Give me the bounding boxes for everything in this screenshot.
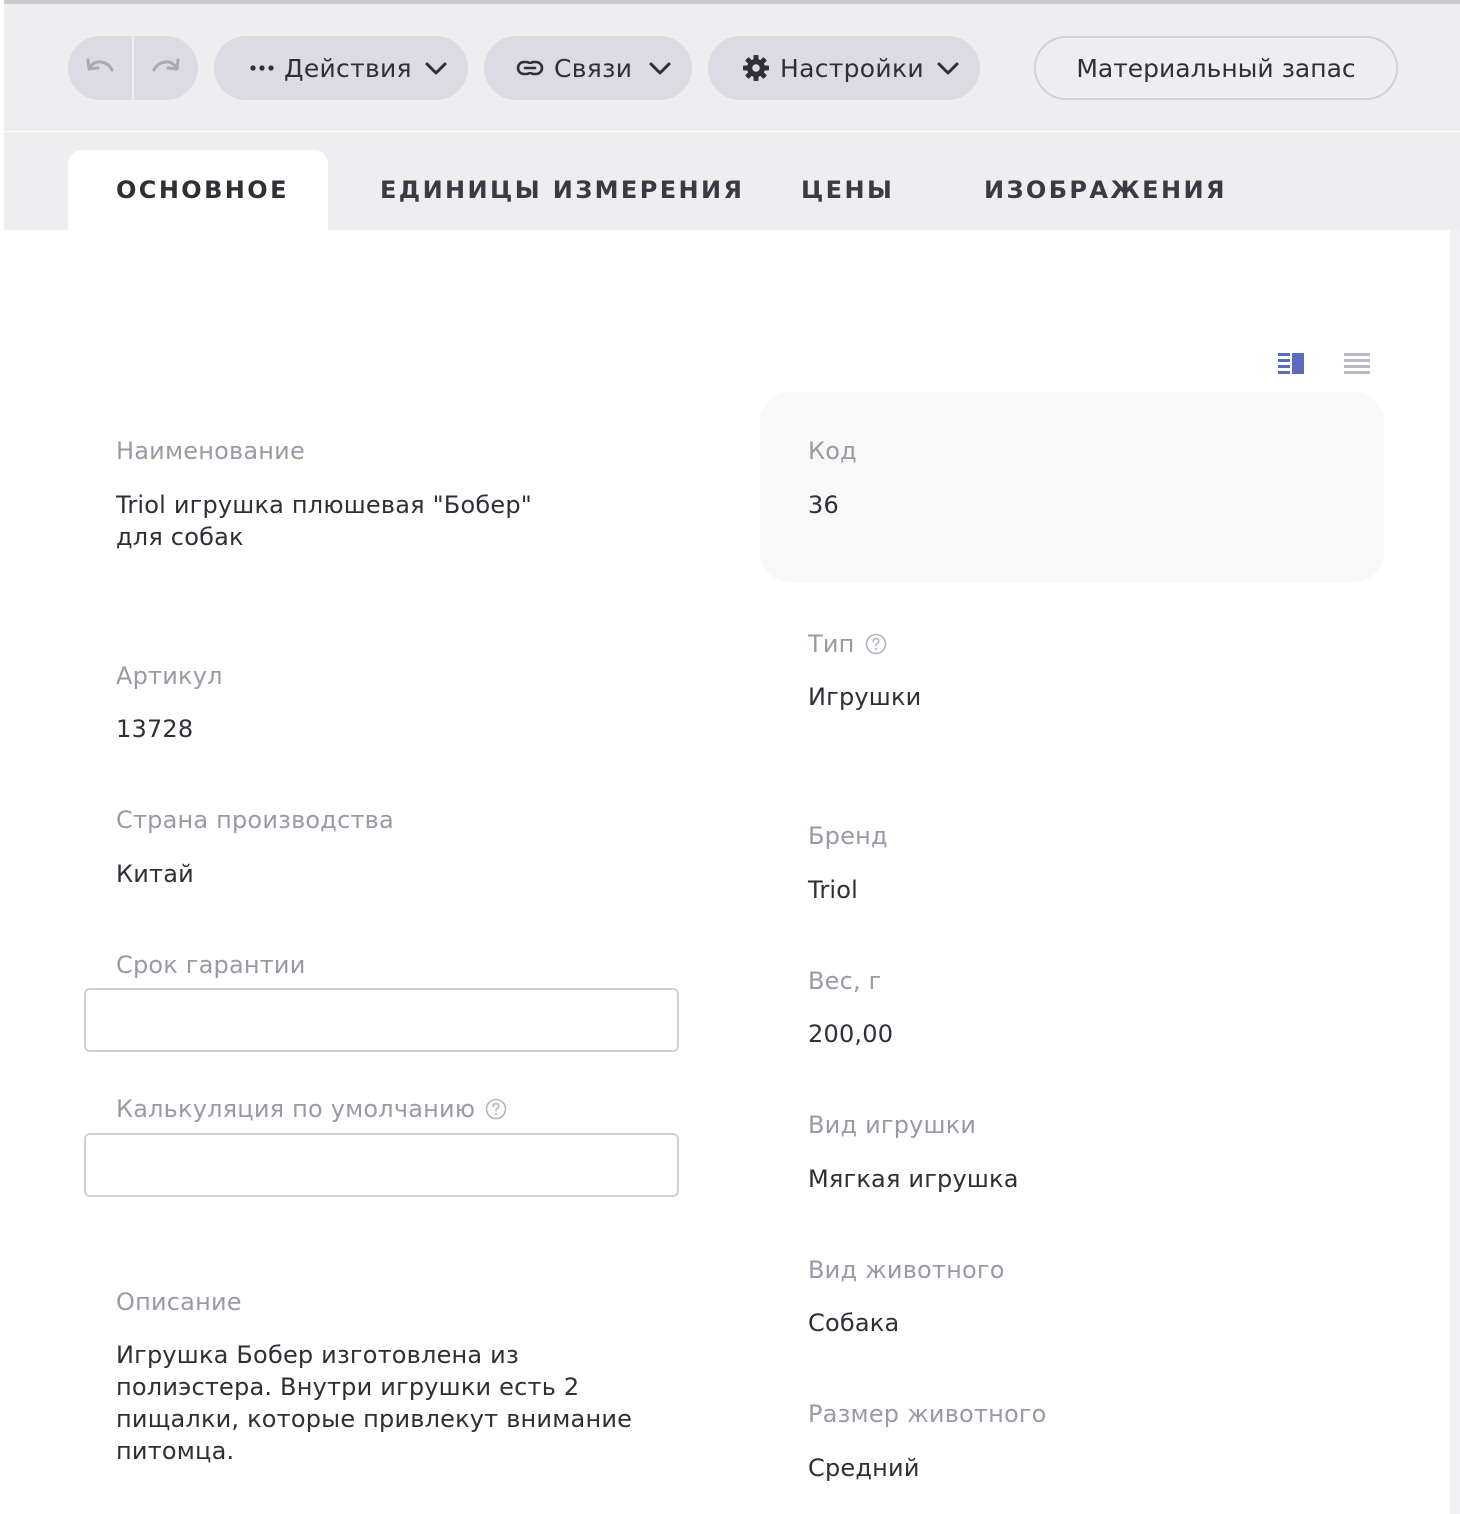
links-label: Связи — [554, 53, 633, 83]
toolbar: Действия Связи Настройки Материальный за… — [4, 4, 1460, 132]
tab-images[interactable]: ИЗОБРАЖЕНИЯ — [984, 150, 1227, 230]
link-icon — [516, 60, 544, 76]
calculation-input[interactable] — [84, 1133, 679, 1197]
material-stock-label: Материальный запас — [1076, 53, 1356, 83]
links-dropdown[interactable]: Связи — [484, 36, 692, 100]
tab-label: ЦЕНЫ — [801, 176, 895, 204]
undo-redo-group — [68, 36, 198, 100]
tab-label: ЕДИНИЦЫ ИЗМЕРЕНИЯ — [380, 176, 745, 204]
tab-bar: ОСНОВНОЕ ЕДИНИЦЫ ИЗМЕРЕНИЯ ЦЕНЫ ИЗОБРАЖЕ… — [4, 133, 1460, 230]
redo-button[interactable] — [134, 36, 198, 100]
settings-dropdown[interactable]: Настройки — [708, 36, 980, 100]
material-stock-button[interactable]: Материальный запас — [1034, 36, 1398, 100]
help-icon[interactable] — [865, 633, 887, 655]
tab-units[interactable]: ЕДИНИЦЫ ИЗМЕРЕНИЯ — [380, 150, 744, 230]
type-value: Игрушки — [808, 683, 922, 711]
country-value: Китай — [116, 860, 194, 888]
calculation-label: Калькуляция по умолчанию — [116, 1095, 507, 1123]
chevron-down-icon — [937, 62, 959, 75]
description-value: Игрушка Бобер изготовлена из полиэстера.… — [116, 1341, 633, 1465]
country-label: Страна производства — [116, 806, 394, 834]
type-label: Тип — [808, 630, 887, 658]
tab-prices[interactable]: ЦЕНЫ — [801, 150, 894, 230]
tab-label: ИЗОБРАЖЕНИЯ — [984, 176, 1227, 204]
description-label: Описание — [116, 1288, 242, 1316]
tab-main[interactable]: ОСНОВНОЕ — [68, 150, 328, 230]
warranty-label: Срок гарантии — [116, 951, 306, 979]
more-dots-icon — [250, 65, 274, 71]
toy-kind-label: Вид игрушки — [808, 1111, 977, 1139]
code-value: 36 — [808, 491, 839, 519]
calculation-label-text: Калькуляция по умолчанию — [116, 1095, 476, 1123]
two-column-layout-icon[interactable] — [1278, 352, 1304, 374]
animal-size-value: Средний — [808, 1454, 920, 1482]
animal-kind-value: Собака — [808, 1309, 900, 1337]
code-label: Код — [808, 437, 857, 465]
weight-label: Вес, г — [808, 967, 882, 995]
single-column-layout-icon[interactable] — [1344, 352, 1370, 374]
scrollbar[interactable] — [1450, 230, 1460, 1514]
gear-icon — [743, 55, 769, 81]
article-value: 13728 — [116, 715, 194, 743]
type-label-text: Тип — [808, 630, 855, 658]
chevron-down-icon — [649, 62, 671, 75]
code-field-box — [760, 392, 1384, 582]
layout-switcher — [1278, 352, 1370, 374]
chevron-down-icon — [425, 62, 447, 75]
undo-icon — [86, 58, 114, 72]
brand-label: Бренд — [808, 822, 888, 850]
animal-kind-label: Вид животного — [808, 1256, 1005, 1284]
article-label: Артикул — [116, 662, 223, 690]
tab-label: ОСНОВНОЕ — [116, 176, 289, 204]
animal-size-label: Размер животного — [808, 1400, 1047, 1428]
warranty-input[interactable] — [84, 988, 679, 1052]
help-icon[interactable] — [485, 1098, 507, 1120]
redo-icon — [152, 58, 180, 72]
actions-label: Действия — [284, 53, 412, 83]
actions-dropdown[interactable]: Действия — [214, 36, 468, 100]
name-value: Triol игрушка плюшевая "Бобер" для собак — [116, 491, 532, 551]
brand-value: Triol — [808, 876, 859, 904]
undo-button[interactable] — [68, 36, 132, 100]
weight-value: 200,00 — [808, 1020, 894, 1048]
settings-label: Настройки — [780, 53, 924, 83]
toy-kind-value: Мягкая игрушка — [808, 1165, 1019, 1193]
name-label: Наименование — [116, 437, 305, 465]
